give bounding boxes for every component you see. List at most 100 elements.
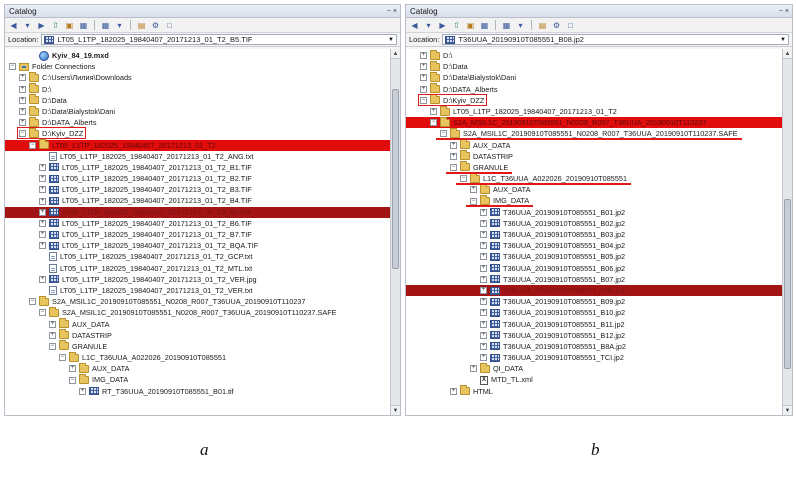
tree-row[interactable]: + D:\ bbox=[406, 49, 782, 61]
collapse-icon[interactable]: − bbox=[420, 96, 427, 104]
expand-icon[interactable]: + bbox=[480, 231, 487, 239]
tree-row[interactable]: − S2A_MSIL1C_20190910T085551_N0208_R007_T… bbox=[5, 295, 390, 307]
tree-row[interactable]: − GRANULE bbox=[5, 340, 390, 352]
dropdown-arrow-icon[interactable]: ▾ bbox=[515, 20, 526, 31]
tree-row[interactable]: + LT05_L1TP_182025_19840407_20171213_01_T… bbox=[406, 105, 782, 117]
tree-row[interactable]: − L1C_T36UUA_A022026_20190910T085551 bbox=[5, 351, 390, 363]
tree-row[interactable]: + LT05_L1TP_182025_19840407_20171213_01_T… bbox=[5, 274, 390, 285]
collapse-icon[interactable]: − bbox=[69, 376, 76, 384]
tree-row[interactable]: − IMG_DATA bbox=[406, 195, 782, 206]
options-icon[interactable]: ⚙ bbox=[551, 20, 562, 31]
dropdown-arrow-icon[interactable]: ▾ bbox=[114, 20, 125, 31]
expand-icon[interactable]: + bbox=[19, 108, 26, 116]
expand-icon[interactable]: + bbox=[470, 365, 477, 373]
chevron-down-icon[interactable]: ▼ bbox=[388, 35, 394, 45]
tree-row[interactable]: MTD_TL.xml bbox=[406, 374, 782, 385]
expand-icon[interactable]: + bbox=[480, 253, 487, 261]
tree-row[interactable]: + LT05_L1TP_182025_19840407_20171213_01_T… bbox=[5, 240, 390, 251]
vertical-scrollbar[interactable]: ▲ ▼ bbox=[782, 49, 792, 415]
tree-row[interactable]: + LT05_L1TP_182025_19840407_20171213_01_T… bbox=[5, 173, 390, 184]
expand-icon[interactable]: + bbox=[480, 287, 487, 295]
collapse-icon[interactable]: − bbox=[49, 342, 56, 350]
expand-icon[interactable]: + bbox=[450, 152, 457, 160]
tree-row[interactable]: + D:\Data bbox=[406, 60, 782, 72]
expand-icon[interactable]: + bbox=[480, 264, 487, 272]
tree-row[interactable]: + T36UUA_20190910T085551_B09.jp2 bbox=[406, 296, 782, 307]
collapse-icon[interactable]: − bbox=[9, 63, 16, 71]
tree-row[interactable]: + D:\Data\Bialystok\Dani bbox=[5, 105, 390, 117]
scroll-up-icon[interactable]: ▲ bbox=[391, 49, 400, 59]
tree-row[interactable]: + LT05_L1TP_182025_19840407_20171213_01_T… bbox=[5, 229, 390, 240]
expand-icon[interactable]: + bbox=[79, 387, 86, 395]
tree-row[interactable]: + AUX_DATA bbox=[5, 362, 390, 374]
tree-row[interactable]: LT05_L1TP_182025_19840407_20171213_01_T2… bbox=[5, 151, 390, 162]
collapse-icon[interactable]: − bbox=[440, 130, 447, 138]
launch-arcmap-icon[interactable]: ▤ bbox=[136, 20, 147, 31]
disconnect-folder-icon[interactable]: ▦ bbox=[479, 20, 490, 31]
tree-row[interactable]: + T36UUA_20190910T085551_B05.jp2 bbox=[406, 251, 782, 262]
collapse-icon[interactable]: − bbox=[29, 141, 36, 149]
expand-icon[interactable]: + bbox=[39, 231, 46, 239]
connect-folder-icon[interactable]: ▣ bbox=[64, 20, 75, 31]
tree-row[interactable]: + LT05_L1TP_182025_19840407_20171213_01_T… bbox=[5, 184, 390, 195]
expand-icon[interactable]: + bbox=[480, 342, 487, 350]
tree-row[interactable]: LT05_L1TP_182025_19840407_20171213_01_T2… bbox=[5, 285, 390, 296]
location-input[interactable]: LT05_L1TP_182025_19840407_20171213_01_T2… bbox=[41, 34, 397, 45]
expand-icon[interactable]: + bbox=[49, 331, 56, 339]
forward-arrow-icon[interactable]: ▶ bbox=[36, 20, 47, 31]
tree-row[interactable]: + AUX_DATA bbox=[406, 183, 782, 195]
tree-row[interactable]: + LT05_L1TP_182025_19840407_20171213_01_T… bbox=[5, 206, 390, 218]
expand-icon[interactable]: + bbox=[480, 354, 487, 362]
tree-row[interactable]: + HTML bbox=[406, 385, 782, 397]
tree-row[interactable]: + D:\DATA_Alberts bbox=[5, 116, 390, 128]
tree-row[interactable]: + T36UUA_20190910T085551_B12.jp2 bbox=[406, 330, 782, 341]
scroll-down-icon[interactable]: ▼ bbox=[783, 405, 792, 415]
tree-row[interactable]: + T36UUA_20190910T085551_B03.jp2 bbox=[406, 229, 782, 240]
tree-row[interactable]: + D:\DATA_Alberts bbox=[406, 83, 782, 95]
tree-row[interactable]: + C:\Users\Лилия\Downloads bbox=[5, 71, 390, 83]
collapse-icon[interactable]: − bbox=[470, 197, 477, 205]
tree-row[interactable]: + T36UUA_20190910T085551_B06.jp2 bbox=[406, 263, 782, 274]
collapse-icon[interactable]: − bbox=[430, 119, 437, 127]
tree-row[interactable]: + LT05_L1TP_182025_19840407_20171213_01_T… bbox=[5, 195, 390, 206]
pin-close-icon[interactable]: − × bbox=[779, 5, 789, 18]
expand-icon[interactable]: + bbox=[420, 85, 427, 93]
expand-icon[interactable]: + bbox=[480, 320, 487, 328]
tree-row[interactable]: + DATASTRIP bbox=[406, 150, 782, 162]
scroll-thumb[interactable] bbox=[784, 199, 791, 369]
tree-row[interactable]: − S2A_MSIL1C_20190910T085551_N0208_R007_T… bbox=[5, 306, 390, 318]
expand-icon[interactable]: + bbox=[480, 219, 487, 227]
up-level-icon[interactable]: ⇧ bbox=[50, 20, 61, 31]
expand-icon[interactable]: + bbox=[39, 186, 46, 194]
disconnect-folder-icon[interactable]: ▦ bbox=[78, 20, 89, 31]
collapse-icon[interactable]: − bbox=[39, 309, 46, 317]
dropdown-arrow-icon[interactable]: ▾ bbox=[423, 20, 434, 31]
pin-close-icon[interactable]: − × bbox=[387, 5, 397, 18]
tree-row[interactable]: + D:\Data\Bialystok\Dani bbox=[406, 71, 782, 83]
expand-icon[interactable]: + bbox=[470, 186, 477, 194]
tree-row[interactable]: + T36UUA_20190910T085551_B04.jp2 bbox=[406, 240, 782, 251]
tree-row[interactable]: + LT05_L1TP_182025_19840407_20171213_01_T… bbox=[5, 218, 390, 229]
view-options-icon[interactable]: ▦ bbox=[100, 20, 111, 31]
back-arrow-icon[interactable]: ◀ bbox=[409, 20, 420, 31]
vertical-scrollbar[interactable]: ▲ ▼ bbox=[390, 49, 400, 415]
tree-row[interactable]: + T36UUA_20190910T085551_B10.jp2 bbox=[406, 307, 782, 318]
refresh-icon[interactable]: □ bbox=[164, 20, 175, 31]
expand-icon[interactable]: + bbox=[420, 63, 427, 71]
expand-icon[interactable]: + bbox=[39, 197, 46, 205]
expand-icon[interactable]: + bbox=[39, 175, 46, 183]
view-options-icon[interactable]: ▦ bbox=[501, 20, 512, 31]
expand-icon[interactable]: + bbox=[420, 74, 427, 82]
expand-icon[interactable]: + bbox=[49, 320, 56, 328]
tree-row[interactable]: + QI_DATA bbox=[406, 362, 782, 374]
expand-icon[interactable]: + bbox=[450, 387, 457, 395]
tree-row[interactable]: + T36UUA_20190910T085551_TCI.jp2 bbox=[406, 352, 782, 363]
refresh-icon[interactable]: □ bbox=[565, 20, 576, 31]
expand-icon[interactable]: + bbox=[480, 208, 487, 216]
scroll-thumb[interactable] bbox=[392, 89, 399, 269]
expand-icon[interactable]: + bbox=[39, 219, 46, 227]
collapse-icon[interactable]: − bbox=[59, 354, 66, 362]
tree-row[interactable]: + D:\ bbox=[5, 83, 390, 95]
up-level-icon[interactable]: ⇧ bbox=[451, 20, 462, 31]
expand-icon[interactable]: + bbox=[19, 96, 26, 104]
